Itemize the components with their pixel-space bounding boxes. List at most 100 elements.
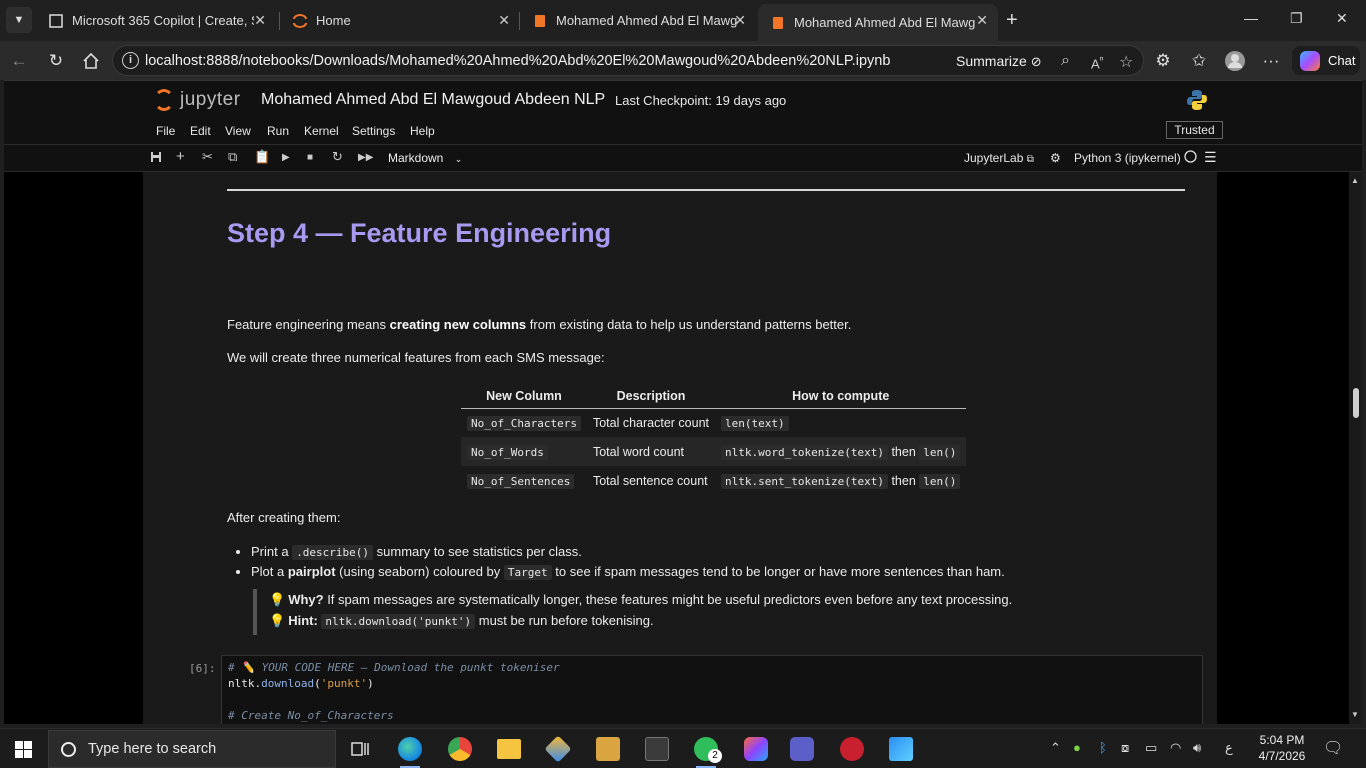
- tab-m365-copilot[interactable]: Microsoft 365 Copilot | Create, Sha ✕: [36, 4, 276, 37]
- photos-icon[interactable]: [889, 737, 913, 761]
- intro-paragraph: Feature engineering means creating new c…: [227, 317, 851, 332]
- section-heading: Step 4 — Feature Engineering: [227, 218, 612, 248]
- cut-icon[interactable]: ✂: [202, 149, 213, 165]
- tray-app-icon[interactable]: ●: [1073, 740, 1081, 755]
- inline-code: Target: [503, 565, 552, 580]
- site-info-icon[interactable]: i: [122, 52, 139, 69]
- app-cube-icon[interactable]: [544, 735, 572, 763]
- read-aloud-icon[interactable]: Aⁿ: [1091, 54, 1104, 71]
- restore-icon[interactable]: ❐: [1290, 10, 1303, 27]
- table-header-row: New Column Description How to compute: [461, 384, 967, 409]
- volume-icon[interactable]: 🔊︎: [1193, 740, 1201, 756]
- copilot-icon: [1300, 50, 1320, 71]
- table-cell: Total character count: [592, 415, 710, 430]
- new-tab-plus-icon[interactable]: +: [1006, 9, 1018, 32]
- code-cell-editor[interactable]: # ✏️ YOUR CODE HERE — Download the punkt…: [221, 655, 1203, 724]
- table-cell: No_of_Characters: [461, 408, 587, 437]
- favorite-star-icon[interactable]: ☆: [1119, 52, 1133, 72]
- windows-start-icon[interactable]: [15, 741, 32, 758]
- m365-app-icon[interactable]: [744, 737, 768, 761]
- stop-icon[interactable]: ■: [307, 152, 313, 163]
- battery-icon[interactable]: ▭: [1145, 740, 1157, 756]
- checkpoint-status: Last Checkpoint: 19 days ago: [615, 93, 787, 108]
- menu-file[interactable]: File: [156, 124, 175, 138]
- code-comment: # ✏️ YOUR CODE HERE — Download the punkt…: [228, 661, 560, 674]
- restart-icon[interactable]: ↻: [332, 149, 343, 165]
- tab-label: Mohamed Ahmed Abd El Mawgou: [556, 13, 738, 28]
- task-view-icon[interactable]: [348, 737, 372, 761]
- address-bar[interactable]: i localhost:8888/notebooks/Downloads/Moh…: [112, 45, 1144, 76]
- summarize-button[interactable]: Summarize ⊘: [956, 53, 1042, 70]
- run-icon[interactable]: ▶: [282, 152, 290, 163]
- close-tab-icon[interactable]: ✕: [254, 12, 266, 29]
- menu-settings[interactable]: Settings: [352, 124, 395, 138]
- zoom-icon[interactable]: ⌕: [1061, 52, 1070, 70]
- python-logo-icon: [1187, 90, 1207, 110]
- jupyter-logo[interactable]: jupyter: [154, 89, 241, 111]
- camera-icon[interactable]: ⧇: [1121, 740, 1129, 756]
- tab-actions-chevron-icon[interactable]: ▼: [6, 7, 32, 33]
- menu-edit[interactable]: Edit: [190, 124, 211, 138]
- language-indicator[interactable]: ع: [1225, 740, 1233, 756]
- settings-gear-icon[interactable]: ⚙: [1050, 151, 1061, 165]
- scroll-up-icon[interactable]: ▲: [1351, 176, 1359, 185]
- extensions-icon[interactable]: ⚙: [1152, 50, 1174, 72]
- minimize-icon[interactable]: —: [1244, 10, 1258, 26]
- close-tab-icon[interactable]: ✕: [976, 12, 988, 29]
- whatsapp-icon[interactable]: 2: [694, 737, 722, 768]
- tab-notebook-1[interactable]: Mohamed Ahmed Abd El Mawgou ✕: [520, 4, 756, 37]
- reload-icon[interactable]: ↻: [45, 50, 67, 72]
- notebook-title[interactable]: Mohamed Ahmed Abd El Mawgoud Abdeen NLP: [261, 91, 605, 109]
- fast-forward-icon[interactable]: ▶▶: [358, 152, 373, 163]
- bluetooth-icon[interactable]: ᛒ: [1099, 740, 1107, 755]
- menu-kernel[interactable]: Kernel: [304, 124, 339, 138]
- red-app-icon[interactable]: [840, 737, 864, 761]
- close-tab-icon[interactable]: ✕: [498, 12, 510, 29]
- notification-badge: 2: [708, 749, 722, 763]
- browser-toolbar: ← ↻ i localhost:8888/notebooks/Downloads…: [0, 41, 1366, 80]
- m365-icon: [48, 13, 64, 29]
- edge-browser-icon[interactable]: [398, 737, 422, 768]
- notifications-icon[interactable]: 🗨︎: [1323, 738, 1343, 758]
- hamburger-menu-icon[interactable]: ☰: [1204, 149, 1217, 166]
- save-icon[interactable]: [150, 151, 162, 166]
- profile-avatar-icon[interactable]: [1224, 50, 1246, 72]
- copy-icon[interactable]: ⧉: [228, 149, 237, 165]
- copilot-chat-button[interactable]: Chat: [1292, 46, 1360, 75]
- system-clock[interactable]: 5:04 PM 4/7/2026: [1252, 732, 1312, 764]
- browser-tab-strip: ▼ Microsoft 365 Copilot | Create, Sha ✕ …: [0, 0, 1366, 41]
- show-hidden-icons-icon[interactable]: ⌃: [1050, 740, 1061, 756]
- scrollbar-thumb[interactable]: [1353, 388, 1359, 418]
- blockquote: 💡 Why? If spam messages are systematicall…: [253, 589, 1013, 635]
- taskbar-search-box[interactable]: Type here to search: [48, 730, 336, 768]
- trusted-badge[interactable]: Trusted: [1166, 121, 1223, 139]
- close-tab-icon[interactable]: ✕: [734, 12, 746, 29]
- file-explorer-icon[interactable]: [497, 739, 521, 759]
- cell-type-dropdown[interactable]: Markdown ⌄: [388, 151, 462, 165]
- jupyterlab-link[interactable]: JupyterLab ⧉: [964, 151, 1034, 165]
- list-item: Print a .describe() summary to see stati…: [251, 544, 1005, 560]
- tab-notebook-active[interactable]: Mohamed Ahmed Abd El Mawgou ✕: [758, 4, 998, 41]
- chrome-icon[interactable]: [448, 737, 472, 761]
- page-scrollbar[interactable]: ▲ ▼: [1349, 172, 1362, 724]
- insert-cell-plus-icon[interactable]: +: [176, 148, 185, 165]
- intro-text: Feature engineering means: [227, 317, 390, 332]
- terminal-icon[interactable]: [645, 737, 669, 761]
- back-arrow-icon[interactable]: ←: [8, 50, 30, 72]
- kernel-name[interactable]: Python 3 (ipykernel): [1074, 151, 1181, 165]
- more-options-icon[interactable]: ···: [1260, 50, 1282, 72]
- home-icon[interactable]: [80, 50, 102, 72]
- favorites-icon[interactable]: ✩: [1188, 50, 1210, 72]
- scroll-down-icon[interactable]: ▼: [1351, 710, 1359, 719]
- compute-code: len(): [919, 444, 961, 460]
- tab-label: Mohamed Ahmed Abd El Mawgou: [794, 15, 976, 30]
- menu-view[interactable]: View: [225, 124, 251, 138]
- close-window-icon[interactable]: ✕: [1336, 10, 1348, 27]
- wifi-icon[interactable]: ◠: [1170, 740, 1181, 756]
- tab-home[interactable]: Home ✕: [280, 4, 520, 37]
- teams-icon[interactable]: [790, 737, 814, 761]
- menu-help[interactable]: Help: [410, 124, 435, 138]
- paste-icon[interactable]: 📋: [254, 149, 270, 165]
- menu-run[interactable]: Run: [267, 124, 289, 138]
- folder-app-icon[interactable]: [596, 737, 620, 761]
